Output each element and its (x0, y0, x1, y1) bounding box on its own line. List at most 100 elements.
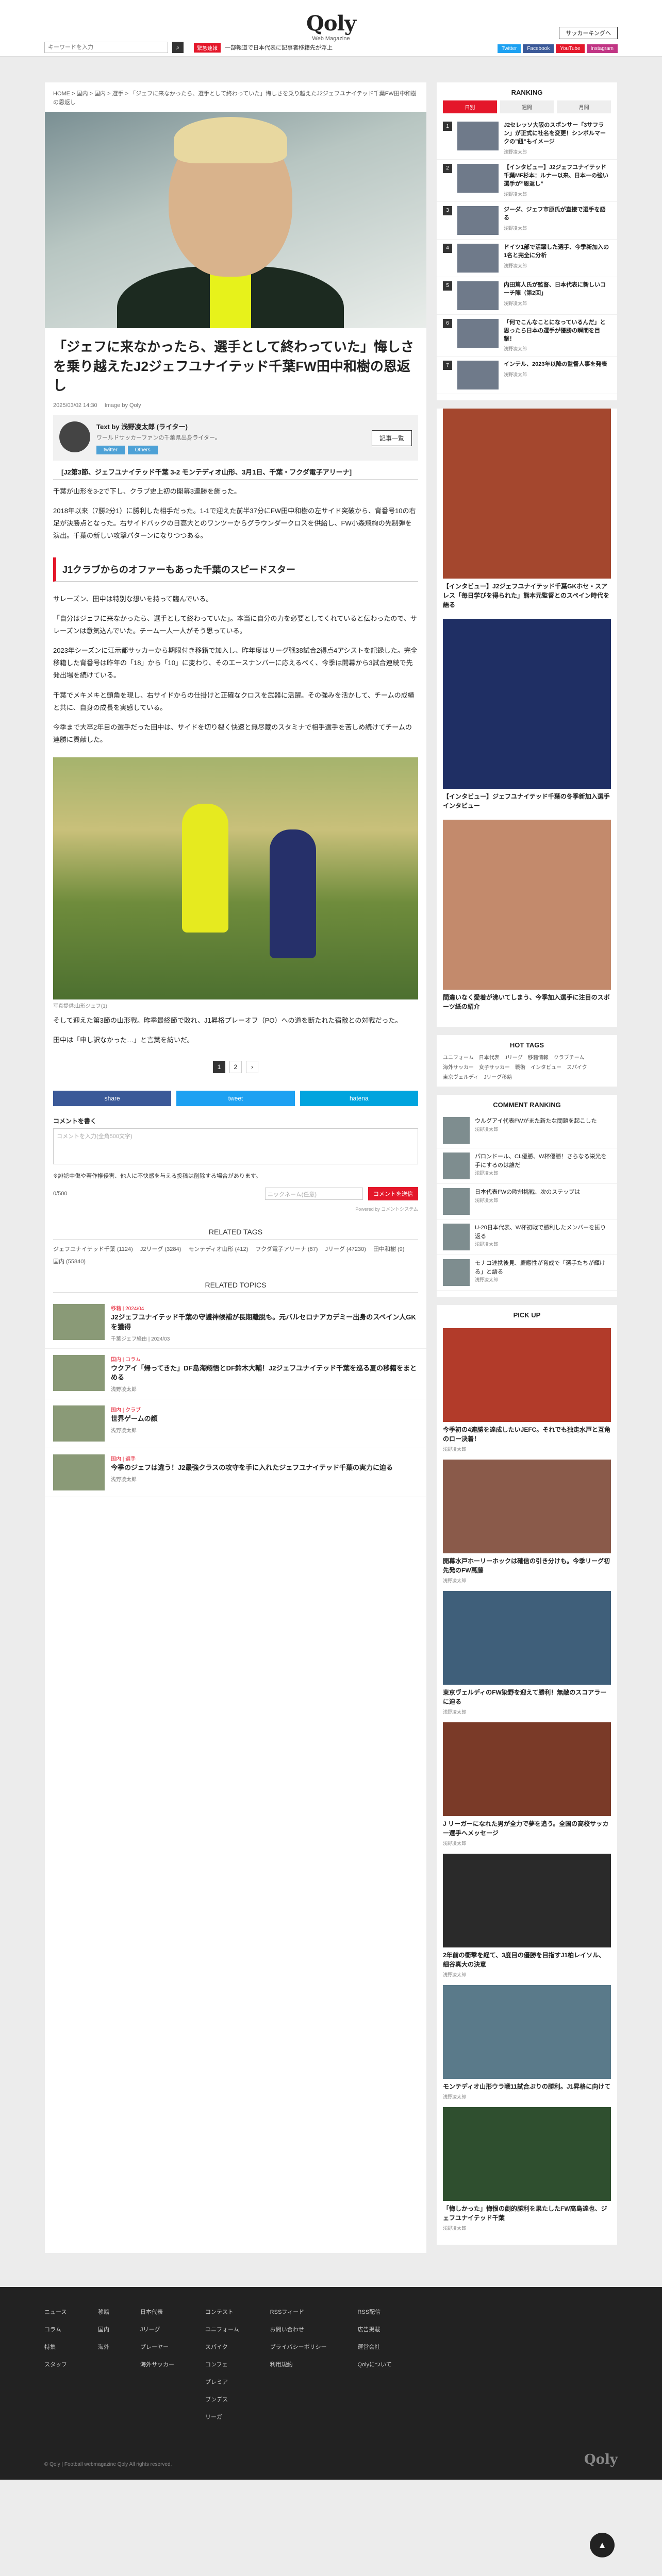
footer-link[interactable]: リーガ (205, 2413, 239, 2421)
nickname-input[interactable]: ニックネーム(任意) (265, 1187, 363, 1200)
hot-tag-link[interactable]: インタビュー (531, 1063, 561, 1071)
related-topic-item[interactable]: 国内 | クラブ 世界ゲームの顔 浅野凌太郎 (45, 1399, 426, 1449)
breaking-news-link[interactable]: 一部報道で日本代表に記事者移籍先が浮上 (225, 43, 333, 52)
pick-up-card[interactable]: モンテディオ山形ウラ戦11試合ぶりの勝利。J1昇格に向けて 浅野凌太郎 (443, 1985, 611, 2100)
hot-tag-link[interactable]: Jリーグ (505, 1053, 523, 1061)
hot-tag-link[interactable]: 海外サッカー (443, 1063, 474, 1071)
pick-up-card[interactable]: 東京ヴェルディのFW染野を迎えて勝利！無敵のスコアラーに迫る 浅野凌太郎 (443, 1591, 611, 1715)
footer-link[interactable]: コンテスト (205, 2308, 239, 2316)
promo-card[interactable]: 【インタビュー】ジェフユナイテッド千葉の冬季新加入選手インタビュー (443, 619, 611, 814)
footer-link[interactable]: コンフェ (205, 2360, 239, 2368)
footer-link[interactable]: コラム (44, 2325, 67, 2333)
related-topic-item[interactable]: 国内 | 選手 今季のジェフは違う！J2最強クラスの攻守を手に入れたジェフユナイテ… (45, 1448, 426, 1498)
footer-link[interactable]: Qolyについて (357, 2360, 391, 2368)
tab-weekly[interactable]: 週間 (500, 100, 554, 113)
tag-link[interactable]: 国内 (55840) (53, 1257, 86, 1265)
hot-tag-link[interactable]: スパイク (567, 1063, 587, 1071)
comment-textarea[interactable]: コメントを入力(全角500文字) (53, 1128, 418, 1164)
back-to-top-button[interactable]: ▲ (590, 2533, 615, 2557)
social-facebook-link[interactable]: Facebook (523, 44, 554, 53)
social-youtube-link[interactable]: YouTube (556, 44, 585, 53)
footer-link[interactable]: Jリーグ (140, 2325, 174, 2333)
hot-tag-link[interactable]: ユニフォーム (443, 1053, 474, 1061)
hot-tag-link[interactable]: Jリーグ移籍 (484, 1073, 512, 1080)
ranking-item[interactable]: 1 J2セレッソ大阪のスポンサー「3サフラン」が正式に社名を変更！シンボルマークの… (437, 117, 617, 160)
comment-ranking-item[interactable]: パロンドール、CL優勝、W杯優勝！さらなる栄光を手にするのは誰だ 浅野凌太郎 (437, 1148, 617, 1184)
tag-link[interactable]: フクダ電子アリーナ (87) (255, 1245, 318, 1253)
ranking-item[interactable]: 6 「何でこんなことになっているんだ」と思ったら日本の選手が優勝の瞬間を目撃！ 浅野… (437, 315, 617, 357)
soccer-king-link[interactable]: サッカーキングへ (559, 27, 618, 39)
author-name[interactable]: Text by 浅野凌太郎 (ライター) (96, 421, 221, 431)
footer-link[interactable]: ブンデス (205, 2395, 239, 2403)
hot-tag-link[interactable]: 東京ヴェルディ (443, 1073, 478, 1080)
hot-tag-link[interactable]: 移籍情報 (528, 1053, 549, 1061)
footer-link[interactable]: プレミア (205, 2378, 239, 2386)
comment-submit-button[interactable]: コメントを送信 (368, 1187, 418, 1200)
author-twitter-link[interactable]: twitter (96, 446, 125, 455)
ranking-number: 4 (443, 243, 452, 253)
social-twitter-link[interactable]: Twitter (497, 44, 521, 53)
tag-link[interactable]: J2リーグ (3284) (140, 1245, 181, 1253)
pick-up-card[interactable]: 2年前の衝撃を経て、3度目の優勝を目指すJ1柏レイソル、細谷真大の決意 浅野凌太郎 (443, 1854, 611, 1978)
breadcrumb[interactable]: HOME > 国内 > 国内 > 選手 > 「ジェフに来なかったら、選手として終… (45, 90, 426, 112)
footer-link[interactable]: ニュース (44, 2308, 67, 2316)
tag-link[interactable]: Jリーグ (47230) (325, 1245, 366, 1253)
search-input[interactable] (44, 42, 168, 53)
comment-ranking-item[interactable]: ウルグアイ代表FWがまた新たな問題を起こした 浅野凌太郎 (437, 1113, 617, 1149)
page-2-button[interactable]: 2 (229, 1060, 242, 1073)
footer-link[interactable]: 移籍 (98, 2308, 109, 2316)
share-tweet-button[interactable]: tweet (176, 1090, 295, 1106)
tab-daily[interactable]: 日別 (443, 100, 497, 113)
pick-up-author: 浅野凌太郎 (443, 1972, 467, 1978)
footer-link[interactable]: お問い合わせ (270, 2325, 327, 2333)
share-share-button[interactable]: share (53, 1090, 172, 1106)
related-topic-item[interactable]: 移籍 | 2024/04 J2ジェフユナイテッド千葉の守護神候補が長期離脱も。元バ… (45, 1298, 426, 1349)
ranking-item[interactable]: 5 内田篤人氏が監督、日本代表に新しいコーチ陣（第2回」 浅野凌太郎 (437, 277, 617, 315)
ranking-item[interactable]: 2 【インタビュー】J2ジェフユナイテッド千葉MF杉本：ルナー以来、日本一の強い選… (437, 160, 617, 202)
site-logo[interactable]: Qoly Web Magazine (304, 11, 358, 42)
search-button[interactable]: ⌕ (172, 42, 184, 53)
page-1-button[interactable]: 1 (213, 1060, 225, 1073)
pick-up-card[interactable]: J リーガーになれた男が全力で夢を追う。全国の高校サッカー選手へメッセージ 浅野凌… (443, 1722, 611, 1846)
hot-tag-link[interactable]: 女子サッカー (479, 1063, 510, 1071)
tag-link[interactable]: モンテディオ山形 (412) (188, 1245, 248, 1253)
footer-link[interactable]: 運営会社 (357, 2343, 391, 2351)
ranking-item[interactable]: 3 ジーダ、ジェフ市原氏が直接で選手を語る 浅野凌太郎 (437, 202, 617, 240)
pick-up-card[interactable]: 開幕水戸ホーリーホックは確信の引き分けも。今季リーグ初先発のFW萬藤 浅野凌太郎 (443, 1460, 611, 1584)
comment-ranking-item[interactable]: 日本代表FWの欧州挑戦、次のステップは 浅野凌太郎 (437, 1184, 617, 1220)
footer-link[interactable]: 国内 (98, 2325, 109, 2333)
author-others-link[interactable]: Others (127, 446, 158, 455)
related-topic-item[interactable]: 国内 | コラム ウクアイ「帰ってきた」DF島海翔悟とDF鈴木大輔！J2ジェフユナ… (45, 1349, 426, 1400)
tag-link[interactable]: ジェフユナイテッド千葉 (1124) (53, 1245, 133, 1253)
tag-link[interactable]: 田中和樹 (9) (373, 1245, 405, 1253)
pick-up-card[interactable]: 今季初の4連勝を達成したいJEFC。それでも独走水戸と互角のロー決着！ 浅野凌太郎 (443, 1328, 611, 1452)
social-instagram-link[interactable]: Instagram (586, 44, 618, 53)
footer-link[interactable]: ユニフォーム (205, 2325, 239, 2333)
footer-link[interactable]: プレーヤー (140, 2343, 174, 2351)
comment-ranking-item[interactable]: モナコ連携後見、慶應性が育成で「選手たちが輝ける」と語る 浅野凌太郎 (437, 1255, 617, 1291)
share-hatena-button[interactable]: hatena (300, 1090, 418, 1106)
footer-link[interactable]: 海外サッカー (140, 2360, 174, 2368)
next-page-button[interactable]: › (246, 1060, 258, 1073)
ranking-item[interactable]: 7 インテル、2023年以降の監督人事を発表 浅野凌太郎 (437, 357, 617, 395)
footer-link[interactable]: プライバシーポリシー (270, 2343, 327, 2351)
hot-tag-link[interactable]: 戦術 (515, 1063, 525, 1071)
ranking-item[interactable]: 4 ドイツ1部で活躍した選手、今季新加入の1名と完全に分析 浅野凌太郎 (437, 240, 617, 277)
footer-link[interactable]: 海外 (98, 2343, 109, 2351)
footer-link[interactable]: 日本代表 (140, 2308, 174, 2316)
promo-card[interactable]: 間違いなく愛着が沸いてしまう、今季加入選手に注目のスポーツ紙の紹介 (443, 820, 611, 1014)
comment-ranking-item[interactable]: U-20日本代表、W杯初戦で勝利したメンバーを振り返る 浅野凌太郎 (437, 1219, 617, 1256)
footer-link[interactable]: RSS配信 (357, 2308, 391, 2316)
footer-link[interactable]: 利用規約 (270, 2360, 327, 2368)
footer-link[interactable]: スタッフ (44, 2360, 67, 2368)
hot-tag-link[interactable]: クラブチーム (554, 1053, 585, 1061)
footer-link[interactable]: RSSフィード (270, 2308, 327, 2316)
tab-monthly[interactable]: 月間 (557, 100, 611, 113)
hot-tag-link[interactable]: 日本代表 (479, 1053, 500, 1061)
footer-link[interactable]: スパイク (205, 2343, 239, 2351)
footer-link[interactable]: 広告掲載 (357, 2325, 391, 2333)
pick-up-card[interactable]: 「悔しかった」悔恨の劇的勝利を果たしたFW高島達也、ジェフユナイテッド千葉 浅野凌… (443, 2107, 611, 2231)
author-articles-button[interactable]: 記事一覧 (371, 430, 412, 446)
footer-link[interactable]: 特集 (44, 2343, 67, 2351)
promo-card[interactable]: 【インタビュー】J2ジェフユナイテッド千葉GKホセ・スアレス「毎日学びを得られた… (443, 409, 611, 613)
